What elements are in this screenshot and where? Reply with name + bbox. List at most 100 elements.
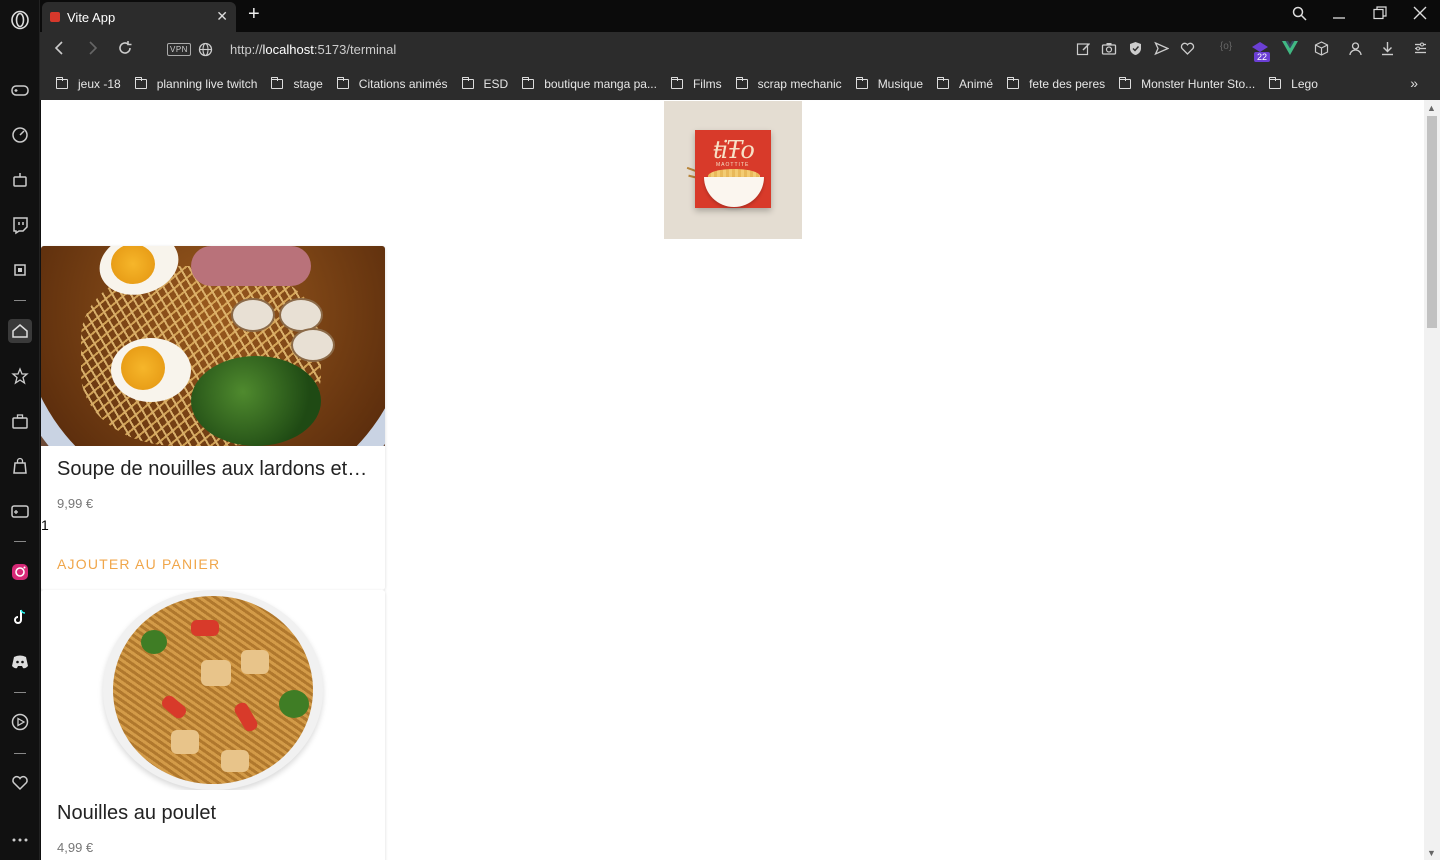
restaurant-logo[interactable]: ŧiŦo MAOTTITE: [664, 101, 802, 239]
browser-sidebar: [0, 0, 40, 860]
search-tabs-icon[interactable]: [1292, 6, 1307, 25]
robot-icon[interactable]: [8, 168, 32, 192]
bookmark-folder[interactable]: boutique manga pa...: [522, 77, 657, 91]
product-title[interactable]: Soupe de nouilles aux lardons et champig…: [57, 458, 369, 481]
bookmark-folder[interactable]: Films: [670, 77, 722, 91]
browser-window: Vite App ✕ + VPN http://localhost:5173/t…: [0, 0, 1440, 860]
edit-icon[interactable]: [1074, 41, 1092, 59]
bookmark-folder[interactable]: jeux -18: [56, 77, 121, 91]
folder-icon: [670, 77, 683, 89]
broccoli: [141, 630, 167, 654]
gamepad-icon[interactable]: [8, 78, 32, 102]
profile-icon[interactable]: [1346, 41, 1364, 59]
player-icon[interactable]: [8, 710, 32, 734]
instagram-icon[interactable]: [8, 560, 32, 584]
reload-icon[interactable]: [117, 40, 133, 60]
product-price: 4,99 €: [57, 840, 94, 855]
tab-bar: Vite App ✕ +: [40, 0, 1440, 32]
cpu-icon[interactable]: [8, 258, 32, 282]
heart-icon[interactable]: [8, 771, 32, 795]
scroll-down-icon[interactable]: ▼: [1427, 848, 1436, 858]
bookmarks-overflow-icon[interactable]: »: [1410, 75, 1418, 91]
add-to-cart-button[interactable]: Ajouter au panier: [57, 556, 220, 572]
lardons: [191, 246, 311, 286]
bookmark-label: planning live twitch: [156, 77, 258, 91]
mushroom: [231, 298, 275, 332]
folder-icon: [1269, 77, 1282, 89]
bookmark-folder[interactable]: Lego: [1269, 77, 1318, 91]
more-options-icon[interactable]: [8, 828, 32, 852]
bookmark-folder[interactable]: stage: [271, 77, 323, 91]
close-window-icon[interactable]: [1413, 6, 1427, 24]
logo-text: ŧiŦo: [713, 136, 755, 164]
speedometer-icon[interactable]: [8, 122, 32, 146]
scrollbar-thumb[interactable]: [1427, 116, 1437, 328]
vue-devtools-icon[interactable]: [1281, 41, 1299, 59]
folder-icon: [134, 77, 147, 89]
game-controller-icon[interactable]: [8, 499, 32, 523]
folder-icon: [522, 77, 535, 89]
chicken-piece: [171, 730, 199, 754]
tab-close-icon[interactable]: ✕: [216, 8, 228, 25]
page-viewport: ŧiŦo MAOTTITE Soupe de nouilles aux lard…: [41, 100, 1440, 860]
vpn-badge[interactable]: VPN: [167, 43, 191, 56]
product-image-soup: [41, 246, 385, 446]
tiktok-icon[interactable]: [8, 605, 32, 629]
home-icon[interactable]: [8, 319, 32, 343]
globe-icon[interactable]: [198, 42, 213, 61]
bookmark-folder[interactable]: fete des peres: [1007, 77, 1105, 91]
restore-icon[interactable]: [1373, 6, 1387, 24]
star-icon[interactable]: [8, 364, 32, 388]
bookmark-folder[interactable]: Citations animés: [336, 77, 448, 91]
url-path: :5173/terminal: [313, 42, 397, 57]
sidebar-divider: [14, 753, 26, 754]
code-braces-icon[interactable]: {o}: [1217, 41, 1235, 59]
sidebar-divider: [14, 300, 26, 301]
bookmarks-bar: jeux -18 planning live twitch stage Cita…: [40, 68, 1440, 100]
new-tab-button[interactable]: +: [248, 4, 260, 24]
bookmark-folder[interactable]: Musique: [855, 77, 923, 91]
forward-icon[interactable]: [87, 40, 99, 60]
product-price: 9,99 €: [57, 496, 94, 511]
folder-icon: [461, 77, 474, 89]
easy-setup-menu-icon[interactable]: [1411, 41, 1429, 59]
download-icon[interactable]: [1378, 41, 1396, 59]
bookmark-label: Citations animés: [358, 77, 448, 91]
back-icon[interactable]: [54, 40, 66, 60]
send-icon[interactable]: [1152, 41, 1170, 59]
page-scrollbar[interactable]: ▲ ▼: [1424, 100, 1440, 860]
cube-icon[interactable]: [1312, 41, 1330, 59]
mushroom: [291, 328, 335, 362]
chicken-piece: [221, 750, 249, 772]
briefcase-icon[interactable]: [8, 409, 32, 433]
scroll-up-icon[interactable]: ▲: [1427, 103, 1436, 113]
shield-icon[interactable]: [1126, 41, 1144, 59]
tab-vite-app[interactable]: Vite App ✕: [42, 2, 236, 32]
bookmark-folder[interactable]: Monster Hunter Sto...: [1119, 77, 1255, 91]
bookmark-folder[interactable]: Animé: [937, 77, 993, 91]
discord-icon[interactable]: [8, 650, 32, 674]
bookmark-label: Monster Hunter Sto...: [1141, 77, 1256, 91]
camera-icon[interactable]: [1100, 41, 1118, 59]
opera-logo-icon[interactable]: [8, 8, 32, 32]
chicken-piece: [241, 650, 269, 674]
shopping-bag-icon[interactable]: [8, 454, 32, 478]
folder-icon: [271, 77, 284, 89]
chicken-piece: [201, 660, 231, 686]
address-bar[interactable]: http://localhost:5173/terminal: [230, 42, 396, 57]
minimize-icon[interactable]: [1332, 6, 1346, 24]
folder-icon: [735, 77, 748, 89]
product-card: Nouilles au poulet 4,99 €: [41, 590, 385, 860]
greens: [191, 356, 321, 446]
bookmark-folder[interactable]: ESD: [461, 77, 508, 91]
mushroom: [279, 298, 323, 332]
product-title[interactable]: Nouilles au poulet: [57, 802, 369, 825]
bookmark-label: scrap mechanic: [757, 77, 842, 91]
bookmark-folder[interactable]: planning live twitch: [134, 77, 258, 91]
broccoli: [279, 690, 309, 718]
favorite-heart-icon[interactable]: [1178, 41, 1196, 59]
bookmark-folder[interactable]: scrap mechanic: [735, 77, 842, 91]
twitch-icon[interactable]: [8, 213, 32, 237]
tab-title: Vite App: [67, 9, 116, 25]
folder-icon: [1119, 77, 1132, 89]
